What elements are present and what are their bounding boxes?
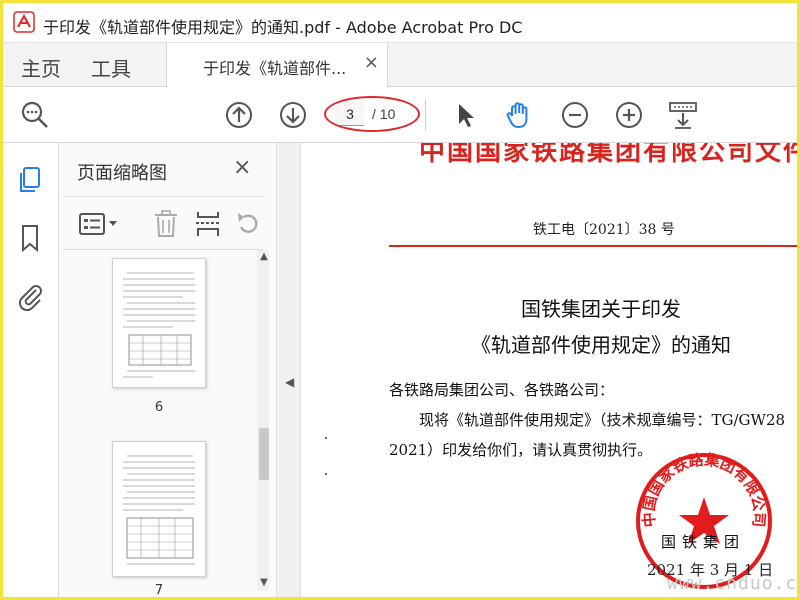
panel-toolbar — [63, 196, 263, 250]
thumbnail-page-number: 7 — [154, 583, 164, 598]
tab-close-icon[interactable]: × — [364, 52, 379, 73]
previous-page-icon[interactable] — [223, 99, 255, 131]
document-number: 铁工电〔2021〕38 号 — [533, 222, 675, 238]
tab-document[interactable]: 于印发《轨道部件... × — [166, 43, 388, 87]
scroll-down-icon[interactable]: ▼ — [257, 576, 269, 590]
thumbnail-page-number: 6 — [154, 400, 164, 415]
tab-home[interactable]: 主页 — [21, 53, 61, 82]
rotate-page-icon[interactable] — [233, 209, 263, 239]
extract-page-icon[interactable] — [193, 209, 223, 239]
page-thumbnail-7[interactable] — [112, 441, 206, 577]
scrollbar-thumb[interactable] — [259, 428, 269, 480]
fit-page-icon[interactable] — [667, 99, 699, 131]
page-thumbnail-6[interactable] — [112, 258, 206, 388]
thumbnail-scrollbar[interactable]: ▲ ▼ — [257, 250, 269, 590]
highlight-circle-annotation — [324, 96, 420, 132]
site-watermark: www.cnduo.com — [667, 573, 798, 594]
app-logo-icon — [13, 11, 35, 33]
document-view: 中国国家铁路集团有限公司文件 铁工电〔2021〕38 号 国铁集团关于印发 《轨… — [301, 143, 797, 597]
zoom-in-icon[interactable] — [613, 99, 645, 131]
document-header: 中国国家铁路集团有限公司文件 — [419, 143, 797, 167]
tab-document-label: 于印发《轨道部件... — [203, 59, 347, 78]
scroll-up-icon[interactable]: ▲ — [257, 250, 269, 264]
page-thumbnails-icon[interactable] — [15, 165, 45, 195]
thumbnail-panel: 页面缩略图 × 6 7 ▲ ▼ — [59, 143, 277, 598]
document-title-line2: 《轨道部件使用规定》的通知 — [471, 333, 731, 357]
panel-close-icon[interactable]: × — [233, 155, 251, 180]
tab-bar: 主页 工具 于印发《轨道部件... × — [3, 43, 797, 87]
hand-tool-icon[interactable] — [503, 99, 535, 131]
toolbar-divider — [425, 99, 426, 131]
seal-org-caption: 国铁集团 — [661, 533, 746, 551]
delete-page-icon[interactable] — [151, 209, 181, 239]
document-addressee: 各铁路局集团公司、各铁路公司： — [389, 381, 615, 399]
bookmark-icon[interactable] — [15, 223, 45, 253]
document-body-line1: 现将《轨道部件使用规定》（技术规章编号：TG/GW28 — [419, 411, 786, 429]
red-rule — [389, 245, 797, 247]
margin-mark — [325, 437, 327, 439]
next-page-icon[interactable] — [277, 99, 309, 131]
panel-splitter[interactable]: ◀ — [277, 143, 301, 597]
attachment-icon[interactable] — [15, 281, 45, 312]
margin-mark — [325, 473, 327, 475]
select-cursor-icon[interactable] — [449, 99, 481, 131]
zoom-out-icon[interactable] — [559, 99, 591, 131]
panel-title: 页面缩略图 — [77, 163, 167, 184]
search-icon[interactable] — [19, 99, 51, 131]
options-menu-icon[interactable] — [77, 209, 123, 239]
app-window: 于印发《轨道部件使用规定》的通知.pdf - Adobe Acrobat Pro… — [0, 0, 800, 600]
document-title-line1: 国铁集团关于印发 — [521, 297, 681, 321]
window-title: 于印发《轨道部件使用规定》的通知.pdf - Adobe Acrobat Pro… — [43, 18, 523, 37]
tab-tools[interactable]: 工具 — [91, 53, 131, 82]
collapse-panel-icon[interactable]: ◀ — [285, 375, 294, 389]
title-bar: 于印发《轨道部件使用规定》的通知.pdf - Adobe Acrobat Pro… — [3, 3, 797, 43]
thumbnail-list: 6 7 ▲ ▼ — [63, 250, 269, 598]
left-rail — [3, 143, 59, 597]
toolbar: / 10 — [3, 87, 797, 143]
document-body-line2: 2021）印发给你们，请认真贯彻执行。 — [389, 441, 653, 459]
